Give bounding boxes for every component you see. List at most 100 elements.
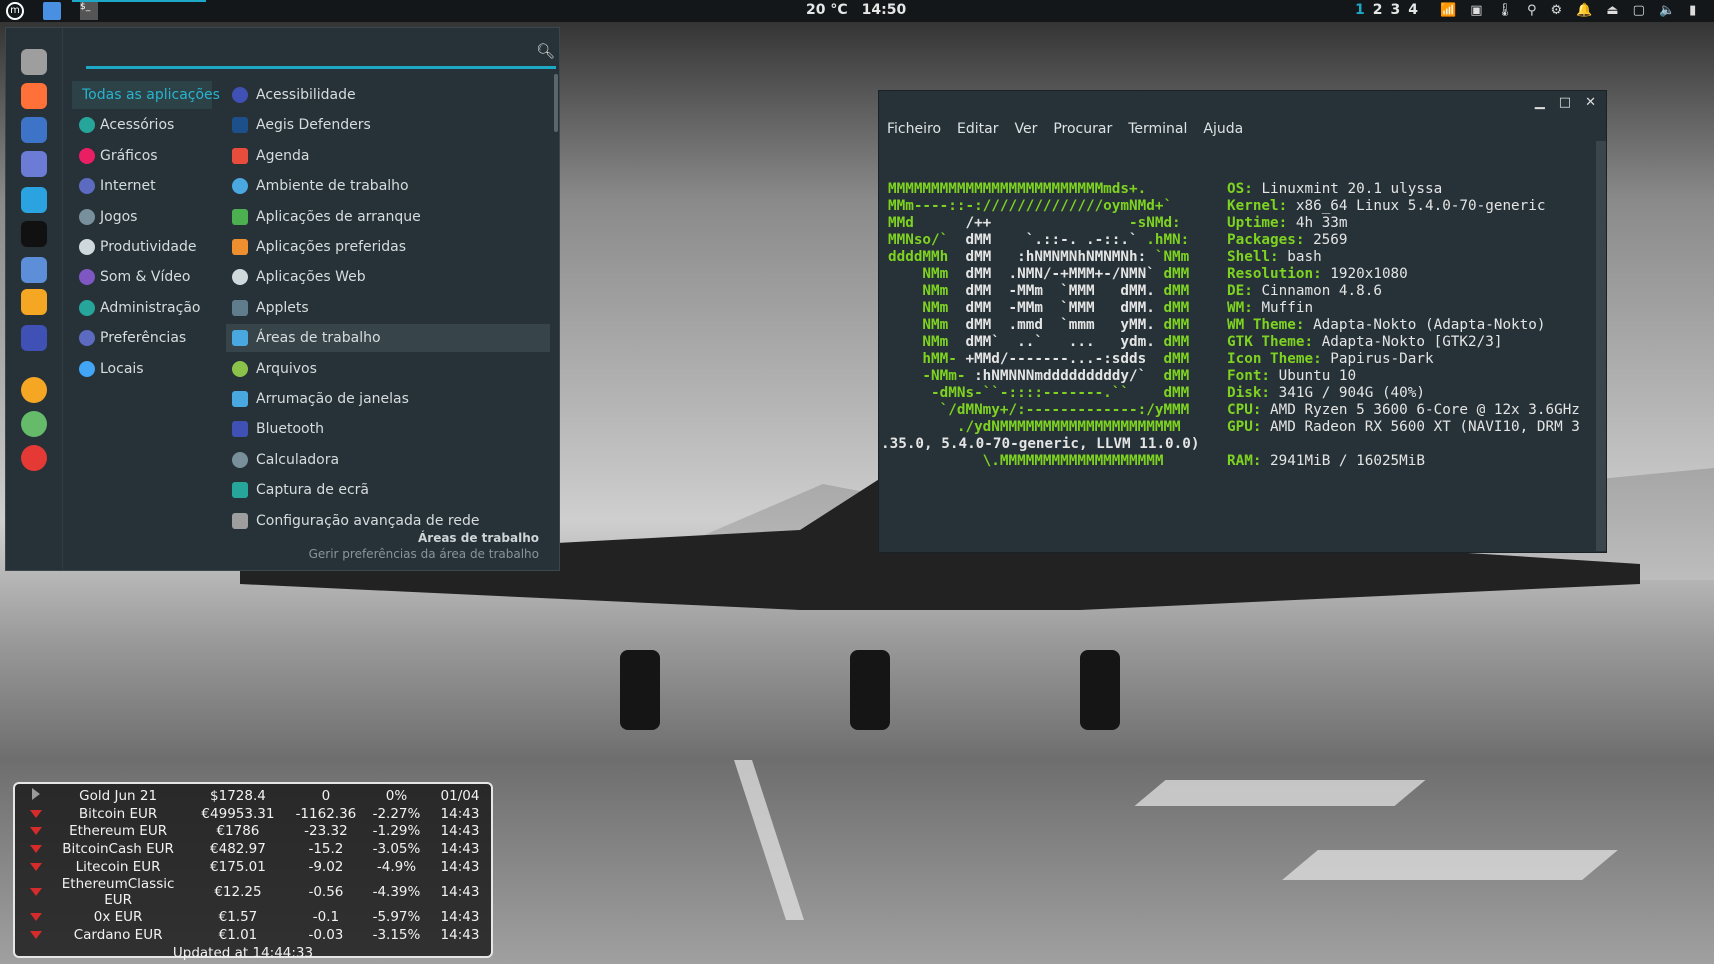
runway-marking xyxy=(1282,850,1618,880)
app-label: Arquivos xyxy=(256,360,317,377)
app-item[interactable]: Aplicações preferidas xyxy=(226,233,550,261)
logo-segment: dMM -MMm `MMM dMM. xyxy=(965,283,1164,299)
app-item[interactable]: Captura de ecrã xyxy=(226,476,550,504)
lock-icon[interactable] xyxy=(21,377,47,403)
app-item[interactable]: Ambiente de trabalho xyxy=(226,172,550,200)
app-item[interactable]: Aplicações Web xyxy=(226,263,550,291)
app-icon xyxy=(232,421,248,438)
info-value: 1920x1080 xyxy=(1330,266,1408,282)
stock-change: 0 xyxy=(321,787,331,804)
app-item[interactable]: Applets xyxy=(226,294,550,322)
mail-icon[interactable] xyxy=(21,151,47,177)
logo-segment: dMM `.::-. .-::.` xyxy=(965,232,1147,248)
category-2[interactable]: Gráficos xyxy=(72,142,212,170)
app-item[interactable]: Calculadora xyxy=(226,446,550,474)
terminal-menu-item[interactable]: Ficheiro xyxy=(887,121,941,137)
terminal-menu-item[interactable]: Editar xyxy=(957,121,998,137)
battery-icon[interactable]: ▮ xyxy=(1689,3,1696,18)
ubuntu-sso-icon[interactable] xyxy=(21,289,47,315)
shutdown-icon[interactable] xyxy=(21,445,47,471)
office-icon xyxy=(79,239,95,255)
search-icon: 🔍︎ xyxy=(536,42,556,60)
browser-icon[interactable] xyxy=(21,117,47,143)
app-icon xyxy=(232,208,248,225)
firefox-icon[interactable] xyxy=(21,83,47,109)
epic-games-icon[interactable] xyxy=(21,221,47,247)
category-6[interactable]: Som & Vídeo xyxy=(72,263,212,291)
workspace-4[interactable]: 4 xyxy=(1408,2,1418,18)
show-desktop-icon[interactable] xyxy=(43,2,61,20)
volume-icon[interactable]: 🔈 xyxy=(1659,3,1675,18)
terminal-scrollbar[interactable] xyxy=(1596,141,1606,551)
stock-time: 14:43 xyxy=(440,805,480,822)
terminal-menu-item[interactable]: Procurar xyxy=(1053,121,1112,137)
keyboard-icon[interactable]: ▣ xyxy=(1470,3,1482,18)
weather-applet[interactable]: 20 °C xyxy=(806,2,848,18)
mint-menu-icon[interactable]: m xyxy=(6,2,24,20)
app-icon xyxy=(232,147,248,164)
app-item[interactable]: Aegis Defenders xyxy=(226,111,550,139)
category-7[interactable]: Administração xyxy=(72,294,212,322)
logo-line: MMd /++ -sNMd: xyxy=(888,215,1199,232)
maximize-button[interactable]: □ xyxy=(1559,95,1571,110)
temperature-icon[interactable]: 🌡 xyxy=(1496,3,1513,18)
clock[interactable]: 14:50 xyxy=(862,2,907,18)
logo-segment: NMm xyxy=(888,266,966,282)
stock-pct: -3.15% xyxy=(372,926,421,943)
terminal-menu-item[interactable]: Ver xyxy=(1014,121,1037,137)
info-value: 341G / 904G (40%) xyxy=(1278,385,1425,401)
info-value: AMD Radeon RX 5600 XT (NAVI10, DRM 3 xyxy=(1270,419,1580,435)
right-arrow-icon xyxy=(31,787,40,800)
category-1[interactable]: Acessórios xyxy=(72,111,212,139)
drive-icon[interactable]: ⏏ xyxy=(1606,3,1618,18)
search-input-underline[interactable] xyxy=(86,66,556,69)
workspace-3[interactable]: 3 xyxy=(1391,2,1401,18)
minimize-button[interactable]: ▁ xyxy=(1535,95,1545,110)
info-line: Disk: 341G / 904G (40%) xyxy=(1227,385,1580,402)
logo-segment: MMNso/` xyxy=(888,232,966,248)
app-item[interactable]: Arquivos xyxy=(226,355,550,383)
location-icon[interactable]: ⚲ xyxy=(1527,3,1537,18)
search-input[interactable] xyxy=(86,42,526,64)
terminal-menu-item[interactable]: Ajuda xyxy=(1203,121,1243,137)
category-8[interactable]: Preferências xyxy=(72,324,212,352)
workspace-1[interactable]: 1 xyxy=(1355,2,1365,18)
category-9[interactable]: Locais xyxy=(72,355,212,383)
close-button[interactable]: ✕ xyxy=(1585,95,1596,110)
app-item[interactable]: Acessibilidade xyxy=(226,81,550,109)
category-3[interactable]: Internet xyxy=(72,172,212,200)
terminal-menu-item[interactable]: Terminal xyxy=(1128,121,1187,137)
logo-line: .35.0, 5.4.0-70-generic, LLVM 11.0.0) xyxy=(881,436,1199,453)
app-item[interactable]: Arrumação de janelas xyxy=(226,385,550,413)
dice-icon[interactable] xyxy=(21,325,47,351)
notifications-icon[interactable]: 🔔 xyxy=(1576,3,1592,18)
category-4[interactable]: Jogos xyxy=(72,203,212,231)
stocks-desklet: Gold Jun 21 $1728.4 0 0% 01/04 Bitcoin EUR €49… xyxy=(13,782,493,961)
stock-price: €175.01 xyxy=(210,859,266,876)
app-item[interactable]: Bluetooth xyxy=(226,415,550,443)
steam-icon[interactable]: ⚙ xyxy=(1551,3,1563,18)
app-item[interactable]: Agenda xyxy=(226,142,550,170)
category-0[interactable]: Todas as aplicações xyxy=(72,81,220,109)
app-label: Áreas de trabalho xyxy=(256,330,381,347)
telegram-icon[interactable] xyxy=(21,187,47,213)
category-5[interactable]: Produtividade xyxy=(72,233,212,261)
terminal-launcher-icon[interactable]: $_ xyxy=(80,2,98,20)
stock-price: €1.57 xyxy=(218,908,258,925)
app-list-scrollbar[interactable] xyxy=(554,74,558,132)
app-item[interactable]: Aplicações de arranque xyxy=(226,203,550,231)
info-key: OS: xyxy=(1227,181,1253,197)
store-icon[interactable] xyxy=(21,257,47,283)
network-icon[interactable]: 📶 xyxy=(1440,3,1456,18)
files-icon[interactable] xyxy=(21,49,47,75)
info-value: 2569 xyxy=(1313,232,1348,248)
info-value: Papirus-Dark xyxy=(1330,351,1434,367)
workspace-2[interactable]: 2 xyxy=(1373,2,1383,18)
logo-segment: dMM xyxy=(1163,334,1190,350)
display-icon[interactable]: ▢ xyxy=(1633,3,1645,18)
app-item[interactable]: Áreas de trabalho xyxy=(226,324,550,353)
stock-pct: 0% xyxy=(385,787,408,804)
accessories-icon xyxy=(79,117,95,134)
stock-row: Cardano EUR €1.01 -0.03 -3.15% 14:43 xyxy=(23,926,491,944)
logout-icon[interactable] xyxy=(21,411,47,437)
